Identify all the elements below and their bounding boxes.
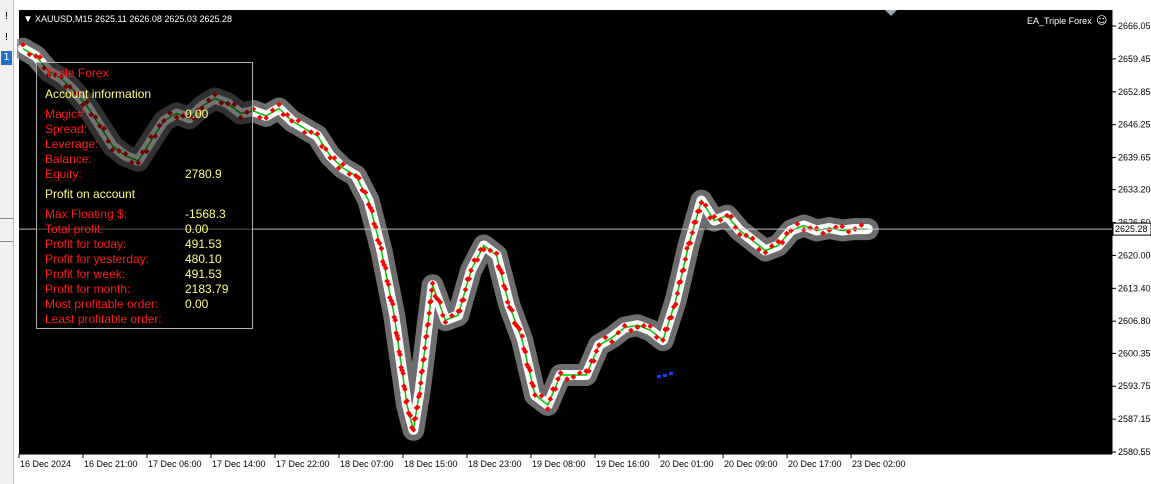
spread-label: Spread:	[45, 122, 88, 136]
magic-value: 0.00	[185, 107, 209, 121]
profit-row-value: 491.53	[185, 237, 222, 251]
balance-label: Balance:	[45, 152, 92, 166]
smiley-face-icon[interactable]: ☺	[1096, 14, 1107, 27]
time-tick-label: 19 Dec 08:00	[532, 459, 586, 469]
alert-toggle-button[interactable]: !	[1, 10, 12, 24]
price-tick-label: 2593.75	[1118, 381, 1151, 391]
time-tick-label: 16 Dec 21:00	[84, 459, 138, 469]
time-tick-label: 19 Dec 16:00	[596, 459, 650, 469]
alert-toggle-button-2[interactable]: !	[1, 31, 12, 45]
price-tick-label: 2633.20	[1118, 185, 1151, 195]
profit-row-label: Max Floating $:	[45, 207, 128, 221]
profit-row-label: Profit for month:	[45, 282, 131, 296]
time-tick-label: 20 Dec 01:00	[660, 459, 714, 469]
time-tick-label: 18 Dec 23:00	[468, 459, 522, 469]
profit-row-value: 480.10	[185, 252, 222, 266]
profit-row-label: Most profitable order:	[45, 297, 159, 311]
leverage-label: Leverage:	[45, 137, 99, 151]
time-tick-label: 17 Dec 06:00	[148, 459, 202, 469]
price-tick-label: 2606.80	[1118, 316, 1151, 326]
time-tick-label: 16 Dec 2024	[20, 459, 71, 469]
chart-menu-icon[interactable]: ▼	[23, 14, 33, 25]
strip-divider	[0, 218, 13, 219]
current-price-label: 2625.28	[1115, 224, 1148, 234]
profit-row-label: Least profitable order:	[45, 312, 162, 326]
time-tick-label: 20 Dec 09:00	[724, 459, 778, 469]
blue-order-marker	[657, 375, 661, 378]
profit-row-value: 491.53	[185, 267, 222, 281]
profit-header: Profit on account	[45, 187, 136, 201]
profit-row-value: 0.00	[185, 222, 209, 236]
blue-order-marker	[663, 374, 667, 377]
profit-row-label: Profit for yesterday:	[45, 252, 150, 266]
profit-row-value: 0.00	[185, 297, 209, 311]
price-tick-label: 2587.15	[1118, 414, 1151, 424]
time-tick-label: 17 Dec 22:00	[276, 459, 330, 469]
profit-row-label: Profit for week:	[45, 267, 126, 281]
time-tick-label: 18 Dec 07:00	[340, 459, 394, 469]
blue-order-marker	[669, 372, 673, 375]
price-axis-area	[1112, 8, 1151, 474]
price-tick-label: 2620.00	[1118, 250, 1151, 260]
equity-label: Equity:	[45, 167, 82, 181]
strip-divider-2	[0, 241, 13, 242]
expert-advisor-label[interactable]: EA_Triple Forex	[1027, 16, 1092, 26]
price-tick-label: 2600.35	[1118, 348, 1151, 358]
profit-row-value: -1568.3	[185, 207, 226, 221]
price-tick-label: 2580.55	[1118, 447, 1151, 457]
price-tick-label: 2646.25	[1118, 120, 1151, 130]
current-price-tag: 2625.28	[1112, 222, 1151, 236]
window-tab-1[interactable]: 1	[1, 51, 12, 65]
time-tick-label: 23 Dec 02:00	[852, 459, 906, 469]
magic-label: Magic#:	[45, 107, 88, 121]
symbol-info-line: XAUUSD,M15 2625.11 2626.08 2625.03 2625.…	[35, 14, 232, 24]
time-tick-label: 20 Dec 17:00	[788, 459, 842, 469]
profit-row-value: 2183.79	[185, 282, 229, 296]
time-tick-label: 17 Dec 14:00	[212, 459, 266, 469]
price-tick-label: 2659.45	[1118, 54, 1151, 64]
panel-title: Triple Forex	[45, 66, 109, 80]
time-tick-label: 18 Dec 15:00	[404, 459, 458, 469]
left-toolbar-strip: ! ! 1	[0, 0, 14, 484]
price-tick-label: 2639.65	[1118, 153, 1151, 163]
price-tick-label: 2613.40	[1118, 283, 1151, 293]
account-info-header: Account information	[45, 87, 152, 101]
price-tick-label: 2666.05	[1118, 21, 1151, 31]
chart-window[interactable]: 2666.05 2659.45 2652.85 2646.25 2639.65 2633.…	[17, 8, 1151, 474]
profit-row-label: Profit for today:	[45, 237, 127, 251]
price-tick-label: 2652.85	[1118, 87, 1151, 97]
profit-row-label: Total profit:	[45, 222, 104, 236]
equity-value: 2780.9	[185, 167, 222, 181]
info-panel: Triple Forex Account information Magic#:…	[36, 62, 253, 329]
